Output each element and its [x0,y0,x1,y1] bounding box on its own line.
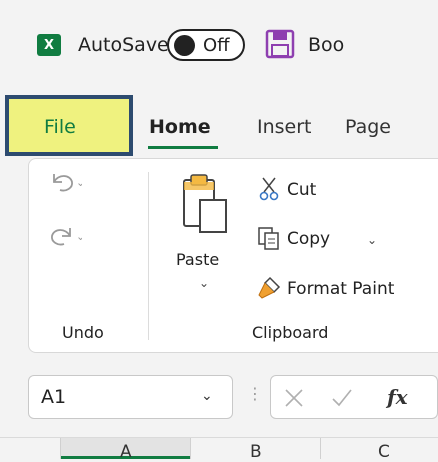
excel-app-icon: X [37,34,61,56]
cancel-icon[interactable] [283,387,305,409]
toggle-state-label: Off [203,35,230,56]
name-box[interactable]: A1 ⌄ [28,375,233,419]
ribbon-group-separator [148,172,149,340]
document-title[interactable]: Boo [308,34,344,56]
copy-button[interactable]: Copy [287,229,330,249]
clipboard-group-label: Clipboard [252,323,329,342]
name-box-value: A1 [41,386,67,408]
save-icon[interactable] [265,29,295,59]
format-painter-icon [258,276,281,299]
autosave-label: AutoSave [78,34,169,56]
column-label-c: C [378,442,390,462]
tab-home-active-indicator [148,146,218,149]
cut-button[interactable]: Cut [287,180,316,200]
column-label-b: B [250,442,262,462]
tab-home[interactable]: Home [149,116,211,138]
autosave-toggle[interactable]: Off [167,29,245,61]
redo-icon[interactable]: ⌄ [46,222,82,252]
tab-insert[interactable]: Insert [257,116,312,138]
excel-app-icon-letter: X [43,37,55,53]
paste-button[interactable]: Paste [176,250,219,269]
toggle-knob [174,35,195,56]
paste-dropdown-chevron-icon[interactable]: ⌄ [199,276,209,290]
name-box-chevron-icon[interactable]: ⌄ [201,388,213,404]
column-label-a: A [120,442,132,462]
tab-page-layout[interactable]: Page [345,116,391,138]
copy-icon [258,227,279,250]
copy-dropdown-chevron-icon[interactable]: ⌄ [367,233,377,247]
tab-file[interactable]: File [44,116,76,138]
paste-icon[interactable] [178,170,232,242]
undo-icon[interactable]: ⌄ [46,168,82,198]
svg-text:⌄: ⌄ [76,176,82,189]
format-painter-button[interactable]: Format Paint [287,279,394,299]
column-divider [60,438,61,459]
enter-check-icon[interactable] [330,387,354,409]
column-divider [190,438,191,459]
insert-function-button[interactable]: fx [387,385,408,409]
formula-bar-grip-icon[interactable]: ⋮ [247,384,263,403]
svg-text:⌄: ⌄ [76,230,82,243]
column-divider [320,438,321,459]
undo-group-label: Undo [62,323,104,342]
cut-icon [259,177,279,201]
